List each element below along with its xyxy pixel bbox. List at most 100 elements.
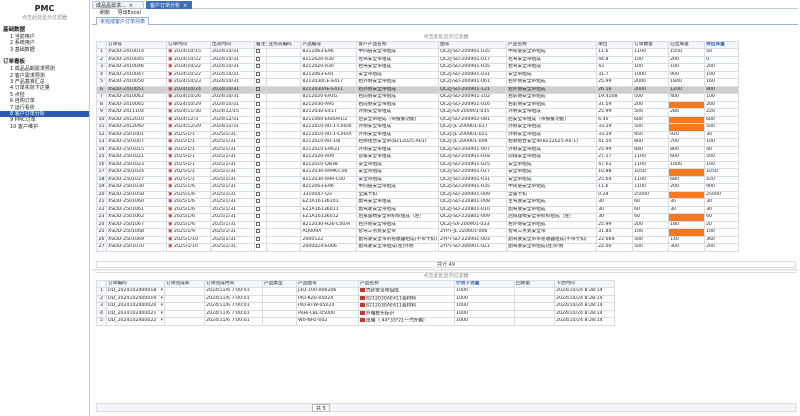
table-cell[interactable] bbox=[253, 160, 268, 170]
table-cell[interactable] bbox=[266, 228, 302, 237]
table-row[interactable]: 13 XSDD-2501007 ▣ 2025/1/1 2025/1/31 8212010… bbox=[96, 138, 740, 147]
table-cell[interactable]: 100 bbox=[668, 63, 706, 72]
table-cell[interactable]: PID-KZ0-05024 bbox=[296, 294, 359, 304]
table-cell[interactable] bbox=[266, 130, 302, 140]
table-cell[interactable]: 2025/1/31 bbox=[210, 160, 255, 170]
table-cell[interactable]: ▣ 2024/12/3 bbox=[166, 115, 211, 125]
table-cell[interactable] bbox=[514, 294, 555, 304]
table-cell[interactable]: 1000 bbox=[454, 317, 515, 326]
table-cell[interactable] bbox=[253, 153, 268, 162]
table-cell[interactable]: 2025/1/31 bbox=[210, 145, 255, 155]
table-cell[interactable]: 8212010-A0-1/8 bbox=[300, 138, 358, 147]
table-cell[interactable]: 外侧安全带组成 bbox=[506, 123, 598, 132]
table-cell[interactable]: 500 bbox=[632, 108, 670, 117]
table-cell[interactable]: 2025/1/31 bbox=[210, 213, 255, 222]
note-checkbox[interactable] bbox=[256, 64, 260, 69]
note-checkbox[interactable] bbox=[256, 87, 260, 91]
table-cell[interactable] bbox=[266, 183, 302, 192]
table-row[interactable]: 1 DD_2024102400018 ▾ 2024/11/6 7:00:01 J3Q-1… bbox=[96, 287, 615, 296]
table-cell[interactable]: 右前侧安全带组成 bbox=[356, 100, 440, 110]
table-cell[interactable] bbox=[253, 115, 268, 125]
table-cell[interactable] bbox=[266, 93, 302, 102]
table-cell[interactable] bbox=[266, 175, 302, 185]
table-cell[interactable]: 920 bbox=[668, 130, 706, 140]
table-cell[interactable]: 140 bbox=[668, 235, 706, 245]
table-cell[interactable]: 前排安全带组成 bbox=[356, 153, 440, 162]
nav-section-title[interactable]: 订单看板 bbox=[3, 57, 89, 65]
table-cell[interactable] bbox=[253, 48, 268, 57]
chevron-down-icon[interactable]: ▾ bbox=[161, 289, 163, 295]
splitter[interactable] bbox=[92, 269, 798, 271]
table-cell[interactable]: 600 bbox=[632, 115, 670, 125]
table-cell[interactable]: 2025/1/31 bbox=[210, 205, 255, 215]
table-row[interactable]: 9 XSDD-2411104 ▣ 2024/11/30 2024/12/15 82120… bbox=[96, 108, 740, 117]
tab-demand-forecast[interactable]: 成品品需求... × bbox=[92, 1, 144, 9]
column-header[interactable]: 下达时间 bbox=[554, 279, 615, 289]
table-cell[interactable]: QCZJ-SD-200901-027 bbox=[438, 168, 508, 177]
table-cell[interactable] bbox=[266, 190, 302, 200]
table-cell[interactable]: ▣ 2024/10/29 bbox=[166, 100, 211, 110]
table-cell[interactable]: 智驾三点式安全带 bbox=[506, 228, 598, 237]
table-cell[interactable]: 200 bbox=[632, 100, 670, 110]
table-row[interactable]: 23 XSDD-2501062 ▣ 2025/1/6 2025/1/31 EZ1A161… bbox=[96, 213, 740, 222]
table-cell[interactable]: ▣ 2025/1/1 bbox=[166, 175, 211, 185]
table-cell[interactable]: PoHi-LBL-05000 bbox=[296, 309, 359, 319]
table-cell[interactable]: 8212010-A0-1-C00/A bbox=[300, 130, 358, 140]
table-row[interactable]: 7 XSDD-2410062 ▣ 2024/10/26 2024/10/31 82120… bbox=[96, 93, 740, 102]
grid-filter-hint[interactable]: 点击此处显示过滤器 bbox=[96, 34, 796, 41]
table-cell[interactable]: ▣ 2025/1/6 bbox=[166, 183, 211, 192]
table-cell[interactable]: 1100 bbox=[632, 175, 670, 185]
column-header[interactable]: 图号 bbox=[438, 40, 508, 50]
table-cell[interactable]: 0.28 bbox=[596, 190, 634, 200]
table-cell[interactable]: QCZJ-SD-200901-017 bbox=[438, 55, 508, 65]
table-row[interactable]: 18 XSDD-2501027 ▣ 2025/1/1 2025/1/31 8212030… bbox=[96, 175, 740, 185]
table-cell[interactable] bbox=[253, 85, 268, 95]
table-cell[interactable]: 2025/1/31 bbox=[210, 235, 255, 245]
table-cell[interactable]: 25.99 bbox=[596, 108, 634, 117]
table-cell[interactable] bbox=[266, 213, 302, 222]
note-checkbox[interactable] bbox=[256, 199, 260, 204]
table-cell[interactable]: QCZJ-SX-200901-035 bbox=[438, 108, 508, 117]
table-cell[interactable]: 主驾驶安全带组成 bbox=[506, 198, 598, 207]
table-cell[interactable] bbox=[253, 243, 268, 252]
table-cell[interactable]: 500 bbox=[632, 123, 670, 132]
table-cell[interactable] bbox=[253, 205, 268, 215]
table-cell[interactable] bbox=[266, 100, 302, 110]
table-cell[interactable]: QCZJ-SD-200901-031 bbox=[438, 70, 508, 80]
table-cell[interactable] bbox=[514, 287, 555, 296]
table-row[interactable]: 26 XSDD-2501069 ▣ 2025/1/10 2025/1/31 200012… bbox=[96, 235, 740, 245]
table-cell[interactable] bbox=[253, 138, 268, 147]
column-header[interactable]: 产品类型 bbox=[262, 279, 297, 289]
table-cell[interactable]: ZYPT-SD-200901-021 bbox=[438, 243, 508, 252]
table-cell[interactable]: QCZJ-JL-200901-009 bbox=[438, 138, 508, 147]
table-cell[interactable]: 200 bbox=[632, 220, 670, 230]
table-cell[interactable]: ▣ 2025/1/1 bbox=[166, 160, 211, 170]
table-cell[interactable]: QCZJ-JL-200901-017 bbox=[438, 123, 508, 132]
table-cell[interactable]: W0-NPZ-002 bbox=[296, 317, 359, 326]
table-cell[interactable] bbox=[164, 317, 205, 326]
table-row[interactable]: 12 XSDD-2501001 ▣ 2025/1/1 2025/1/31 8212010… bbox=[96, 130, 740, 140]
table-cell[interactable]: 30 bbox=[668, 198, 706, 207]
table-cell[interactable]: 30 bbox=[668, 205, 706, 215]
column-header[interactable]: 客户产品名称 bbox=[356, 40, 440, 50]
table-cell[interactable]: 25000 bbox=[632, 190, 670, 200]
table-cell[interactable]: 右前侧安全带组成 bbox=[506, 93, 598, 102]
table-cell[interactable]: DD_2024102400022 ▾ bbox=[106, 317, 165, 326]
table-cell[interactable]: XSDD-2501030 bbox=[106, 183, 167, 192]
table-cell[interactable] bbox=[266, 168, 302, 177]
table-cell[interactable]: QCZJ-SD-200901-031 bbox=[438, 175, 508, 185]
table-cell[interactable]: 41.50 bbox=[596, 138, 634, 147]
nav-section-title[interactable]: 基础数据 bbox=[3, 25, 89, 33]
table-cell[interactable]: 前排安全带组成 bbox=[506, 153, 598, 162]
table-cell[interactable]: ▣ 2025/1/1 bbox=[166, 153, 211, 162]
table-cell[interactable]: 2024/11/6 7:00:01 bbox=[204, 294, 263, 304]
column-header[interactable] bbox=[96, 279, 107, 289]
table-cell[interactable]: XSDD-2501068 bbox=[106, 228, 167, 237]
table-row[interactable]: 25 XSDD-2501068 ▣ 2025/1/9 2025/1/31 AQ009A 智… bbox=[96, 228, 740, 237]
table-cell[interactable]: 1100 bbox=[632, 183, 670, 192]
table-cell[interactable] bbox=[253, 130, 268, 140]
table-cell[interactable]: 安全带组成 bbox=[356, 168, 440, 177]
column-header[interactable]: 回库量 bbox=[514, 279, 555, 289]
table-cell[interactable]: 安全带组成 bbox=[356, 70, 440, 80]
table-cell[interactable]: XSDD-2410065 bbox=[106, 100, 167, 110]
